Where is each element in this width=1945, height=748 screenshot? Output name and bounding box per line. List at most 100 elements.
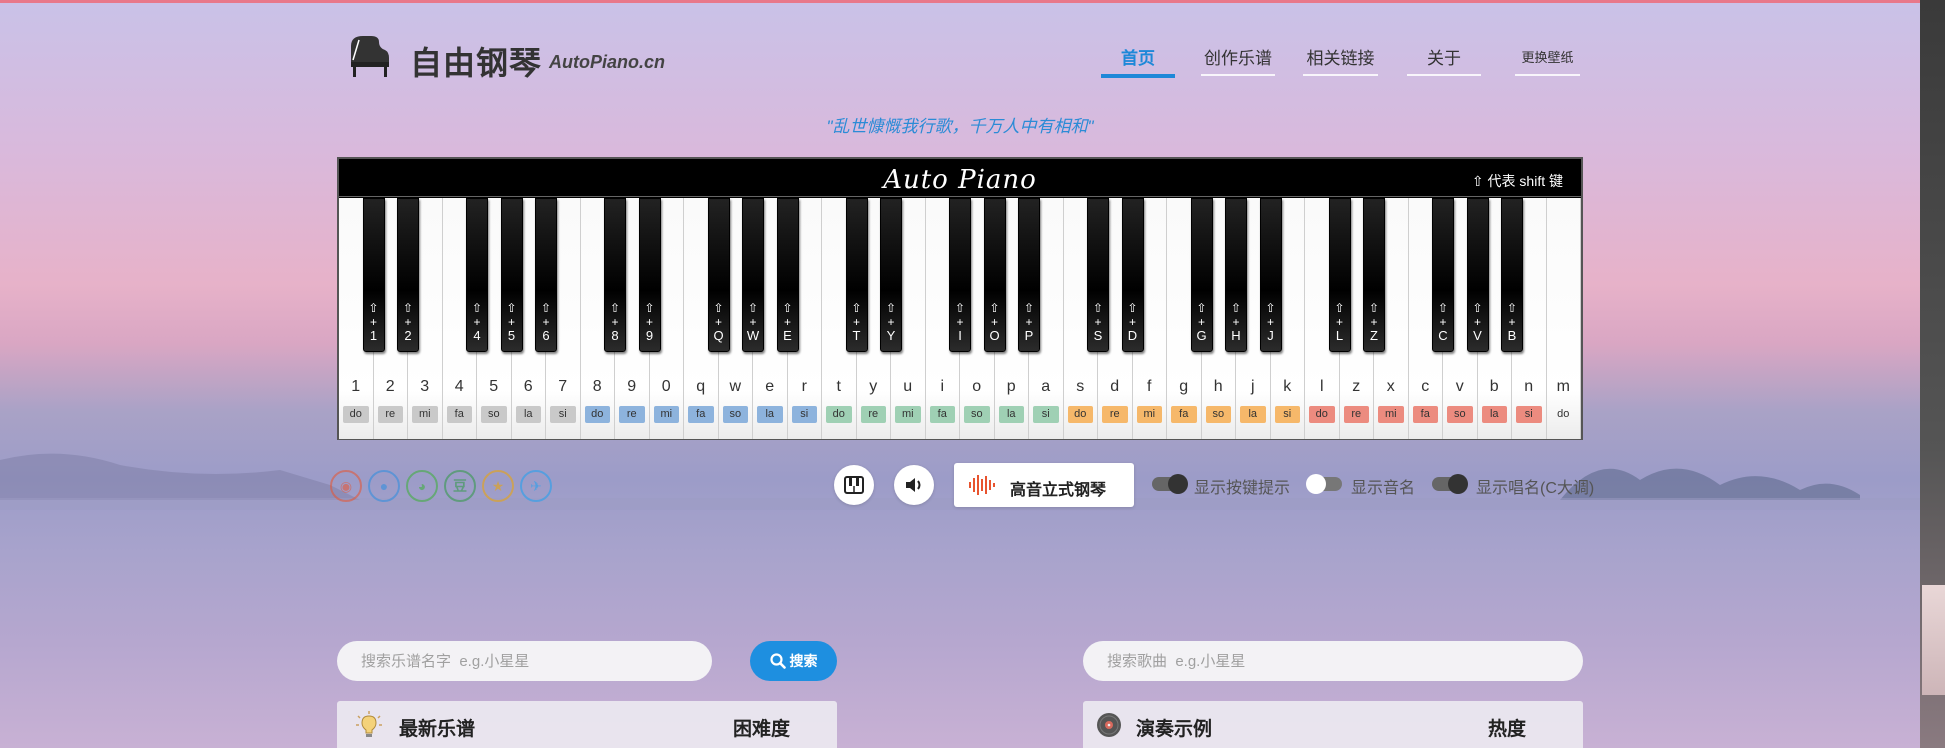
white-key-label: 8 xyxy=(592,378,602,395)
white-key-label: 2 xyxy=(385,378,395,395)
black-key[interactable]: ⇧ + Y xyxy=(880,198,902,352)
site-subtitle: AutoPiano.cn xyxy=(549,52,665,72)
black-key-label: ⇧ + O xyxy=(989,301,1000,343)
solfege-label: la xyxy=(1481,406,1507,423)
solfege-label: mi xyxy=(1378,406,1404,423)
search-button[interactable]: 搜索 xyxy=(750,641,837,681)
solfege-label: re xyxy=(377,406,403,423)
instrument-selector[interactable]: 高音立式钢琴 xyxy=(954,463,1134,507)
black-key[interactable]: ⇧ + Z xyxy=(1363,198,1385,352)
black-key-label: ⇧ + D xyxy=(1127,301,1138,343)
white-key-label: h xyxy=(1213,378,1223,395)
black-key-label: ⇧ + P xyxy=(1023,301,1035,343)
black-key[interactable]: ⇧ + V xyxy=(1466,198,1489,352)
solfege-label: fa xyxy=(1412,406,1438,423)
white-key-label: b xyxy=(1489,378,1499,395)
qzone-icon[interactable]: ★ xyxy=(482,470,514,502)
black-key-label: ⇧ +5 xyxy=(506,301,517,343)
black-key[interactable]: ⇧ + H xyxy=(1225,198,1247,352)
black-key[interactable]: ⇧ +5 xyxy=(500,198,523,352)
piano-keys-icon xyxy=(844,476,864,494)
black-key[interactable]: ⇧ + G xyxy=(1190,198,1213,352)
solfege-label: la xyxy=(998,406,1024,423)
latest-scores-header: 最新乐谱 困难度 xyxy=(337,701,837,748)
black-key[interactable]: ⇧ + E xyxy=(776,198,799,352)
white-key-label: 6 xyxy=(523,378,533,395)
toggle-solfege[interactable] xyxy=(1432,474,1468,494)
white-key-label: t xyxy=(836,378,841,395)
black-key[interactable]: ⇧ + W xyxy=(742,198,764,352)
black-key[interactable]: ⇧ + B xyxy=(1501,198,1523,352)
black-key[interactable]: ⇧ + I xyxy=(949,198,971,352)
black-key[interactable]: ⇧ + J xyxy=(1259,198,1282,352)
black-key[interactable]: ⇧ +6 xyxy=(535,198,557,352)
black-key[interactable]: ⇧ + L xyxy=(1328,198,1351,352)
site-title: 自由钢琴 xyxy=(410,45,543,81)
nav-change-wallpaper[interactable]: 更换壁纸 xyxy=(1515,47,1580,76)
black-key[interactable]: ⇧ + S xyxy=(1087,198,1109,352)
white-key-label: v xyxy=(1455,378,1464,395)
black-key-label: ⇧ + Q xyxy=(713,301,724,343)
white-key-label: c xyxy=(1421,378,1430,395)
white-key-label: y xyxy=(869,378,878,395)
black-key[interactable]: ⇧ +4 xyxy=(466,198,488,352)
twitter-icon[interactable]: ✈ xyxy=(520,470,552,502)
white-key-label: 0 xyxy=(661,378,671,395)
white-key-label: x xyxy=(1386,378,1395,395)
white-key[interactable]: m do xyxy=(1546,198,1581,439)
black-key[interactable]: ⇧ + O xyxy=(983,198,1006,352)
piano-keys: 1 do 2 re 3 mi 4 fa 5 so 6 la 7 si 8 do 9 re 0 mi q fa w so e la r… xyxy=(339,198,1581,439)
nav-home-label: 首页 xyxy=(1121,49,1155,68)
douban-icon[interactable]: 豆 xyxy=(444,470,476,502)
nav-about[interactable]: 关于 xyxy=(1407,44,1481,76)
nav-home[interactable]: 首页 xyxy=(1101,44,1175,78)
wechat-icon[interactable]: ◕ xyxy=(406,470,438,502)
black-key[interactable]: ⇧ + T xyxy=(845,198,868,352)
nav-links[interactable]: 相关链接 xyxy=(1303,44,1378,76)
black-key-label: ⇧ + B xyxy=(1506,301,1518,343)
white-key-label: e xyxy=(765,378,775,395)
sound-wave-icon xyxy=(969,475,995,495)
white-key-label: n xyxy=(1524,378,1534,395)
weibo-icon[interactable]: ◉ xyxy=(330,470,362,502)
solfege-label: fa xyxy=(1171,406,1197,423)
white-key-label: r xyxy=(801,378,807,395)
black-key-label: ⇧ + I xyxy=(954,301,966,343)
black-key-label: ⇧ + W xyxy=(746,301,760,343)
black-key[interactable]: ⇧ +8 xyxy=(604,198,626,352)
vinyl-record-icon xyxy=(1097,713,1121,737)
black-key[interactable]: ⇧ + C xyxy=(1432,198,1454,352)
nav-compose[interactable]: 创作乐谱 xyxy=(1201,44,1275,76)
qq-icon[interactable]: ● xyxy=(368,470,400,502)
black-key[interactable]: ⇧ +1 xyxy=(362,198,385,352)
solfege-label: re xyxy=(1102,406,1128,423)
volume-button[interactable] xyxy=(894,465,934,505)
black-key[interactable]: ⇧ + P xyxy=(1018,198,1040,352)
solfege-label: la xyxy=(1240,406,1266,423)
black-key[interactable]: ⇧ +2 xyxy=(397,198,419,352)
score-search-input[interactable] xyxy=(337,641,712,681)
solfege-label: re xyxy=(619,406,645,423)
nav-links-label: 相关链接 xyxy=(1306,49,1375,68)
solfege-label: si xyxy=(1274,406,1300,423)
keyboard-mode-button[interactable] xyxy=(834,465,874,505)
nav-wallpaper-label: 更换壁纸 xyxy=(1521,50,1574,65)
solfege-label: fa xyxy=(446,406,472,423)
black-key-label: ⇧ + V xyxy=(1472,301,1483,343)
toggle-note-names[interactable] xyxy=(1306,474,1342,494)
solfege-label: si xyxy=(791,406,817,423)
black-key[interactable]: ⇧ + Q xyxy=(707,198,730,352)
black-key-label: ⇧ + L xyxy=(1334,301,1345,343)
black-key-label: ⇧ + H xyxy=(1230,301,1242,343)
toggle-key-hints[interactable] xyxy=(1152,474,1188,494)
white-key-label: 3 xyxy=(420,378,430,395)
white-key-label: w xyxy=(729,378,742,395)
white-key-label: g xyxy=(1179,378,1189,395)
black-key[interactable]: ⇧ + D xyxy=(1121,198,1144,352)
window-edge xyxy=(1920,0,1945,748)
solfege-label: re xyxy=(1343,406,1369,423)
black-key[interactable]: ⇧ +9 xyxy=(638,198,661,352)
toggle-note-names-label: 显示音名 xyxy=(1351,480,1416,497)
song-search-input[interactable] xyxy=(1083,641,1583,681)
white-key-label: k xyxy=(1283,378,1292,395)
